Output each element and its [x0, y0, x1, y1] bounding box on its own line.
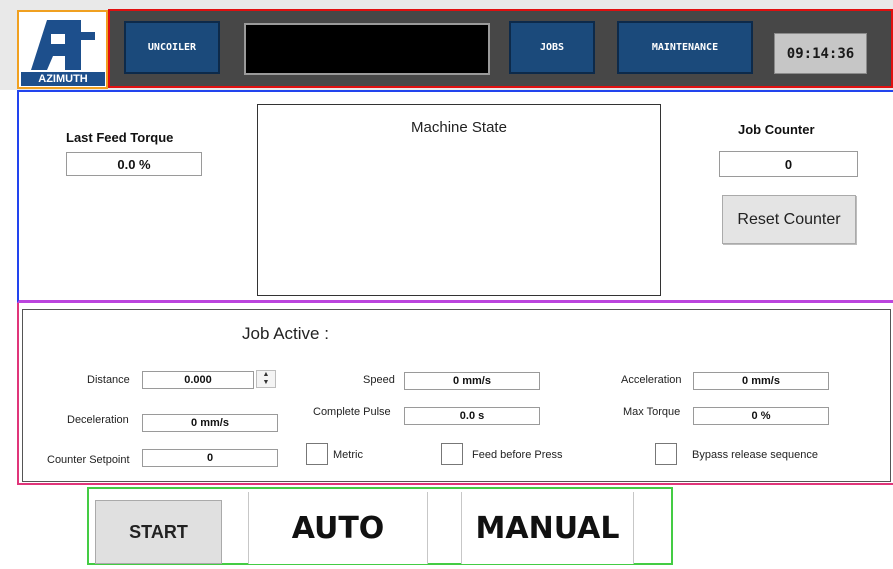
max-torque-input[interactable]: 0 % — [693, 407, 829, 425]
manual-button[interactable]: MANUAL — [461, 492, 634, 564]
max-torque-label: Max Torque — [623, 406, 681, 418]
metric-checkbox[interactable] — [306, 443, 328, 465]
logo-text: AZIMUTH — [21, 72, 105, 86]
jobs-button[interactable]: JOBS — [509, 21, 595, 74]
start-button[interactable]: START — [95, 500, 222, 564]
auto-button[interactable]: AUTO — [248, 492, 428, 564]
speed-input[interactable]: 0 mm/s — [404, 372, 540, 390]
distance-label: Distance — [87, 374, 130, 386]
job-counter-label: Job Counter — [738, 122, 815, 137]
distance-input[interactable]: 0.000 — [142, 371, 254, 389]
message-display — [244, 23, 490, 75]
deceleration-label: Deceleration — [67, 414, 129, 426]
speed-label: Speed — [363, 374, 395, 386]
feed-before-press-checkbox[interactable] — [441, 443, 463, 465]
last-feed-torque-label: Last Feed Torque — [66, 130, 174, 145]
complete-pulse-input[interactable]: 0.0 s — [404, 407, 540, 425]
bypass-release-sequence-label: Bypass release sequence — [692, 449, 818, 461]
machine-state-label: Machine State — [411, 119, 507, 136]
azimuth-logo-icon — [31, 20, 95, 70]
counter-setpoint-input[interactable]: 0 — [142, 449, 278, 467]
clock-display: 09:14:36 — [774, 33, 867, 74]
distance-spinner[interactable]: ▲ ▼ — [256, 370, 276, 388]
last-feed-torque-value: 0.0 % — [66, 152, 202, 176]
metric-label: Metric — [333, 449, 363, 461]
feed-before-press-label: Feed before Press — [472, 449, 563, 461]
acceleration-label: Acceleration — [621, 374, 682, 386]
machine-state-panel: Machine State — [257, 104, 661, 296]
azimuth-logo: AZIMUTH — [17, 10, 108, 89]
spinner-down-icon[interactable]: ▼ — [257, 379, 275, 387]
maintenance-button[interactable]: MAINTENANCE — [617, 21, 753, 74]
counter-setpoint-label: Counter Setpoint — [47, 454, 130, 466]
spinner-up-icon[interactable]: ▲ — [257, 371, 275, 379]
job-active-title: Job Active : — [242, 324, 329, 343]
uncoiler-button[interactable]: UNCOILER — [124, 21, 220, 74]
complete-pulse-label: Complete Pulse — [313, 406, 391, 418]
acceleration-input[interactable]: 0 mm/s — [693, 372, 829, 390]
job-counter-value: 0 — [719, 151, 858, 177]
deceleration-input[interactable]: 0 mm/s — [142, 414, 278, 432]
bypass-release-sequence-checkbox[interactable] — [655, 443, 677, 465]
reset-counter-button[interactable]: Reset Counter — [722, 195, 856, 244]
